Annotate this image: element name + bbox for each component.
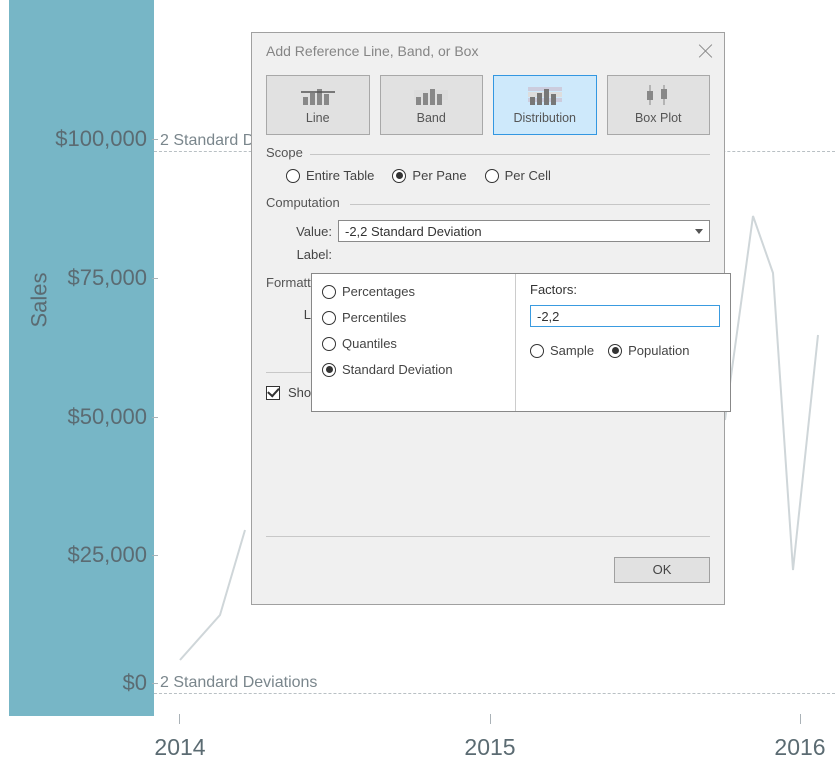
scope-fieldset: Scope Entire Table Per Pane Per Cell [266,145,710,187]
distribution-icon [528,85,562,105]
computation-legend: Computation [266,195,340,210]
line-icon [301,85,335,105]
radio-icon [485,169,499,183]
radio-icon [286,169,300,183]
basis-sample[interactable]: Sample [530,343,594,358]
close-icon[interactable] [698,43,714,59]
computation-fieldset: Computation Value: -2,2 Standard Deviati… [266,195,710,267]
radio-icon [322,285,336,299]
factors-label: Factors: [530,282,720,297]
value-label: Value: [266,224,338,239]
radio-text: Sample [550,343,594,358]
radio-text: Quantiles [342,336,397,351]
basis-population[interactable]: Population [608,343,689,358]
mode-percentages[interactable]: Percentages [322,284,507,299]
boxplot-icon [641,85,675,105]
tab-boxplot[interactable]: Box Plot [607,75,711,135]
mode-standard-deviation[interactable]: Standard Deviation [322,362,507,377]
radio-text: Percentiles [342,310,406,325]
radio-icon [322,337,336,351]
tab-label: Box Plot [635,111,682,125]
radio-text: Entire Table [306,168,374,183]
tab-label: Band [417,111,446,125]
ok-button[interactable]: OK [614,557,710,583]
label-label: Label: [266,247,338,262]
dialog-title: Add Reference Line, Band, or Box [266,43,478,59]
standard-deviation-params: Factors: Sample Population [516,274,730,411]
tab-distribution[interactable]: Distribution [493,75,597,135]
reference-type-tabs: Line Band Distribution [266,75,710,135]
value-select[interactable]: -2,2 Standard Deviation [338,220,710,242]
scope-legend: Scope [266,145,303,160]
ok-button-label: OK [653,562,672,577]
scope-option-per-pane[interactable]: Per Pane [392,168,466,183]
radio-text: Population [628,343,689,358]
tab-line[interactable]: Line [266,75,370,135]
radio-icon [322,311,336,325]
radio-icon [392,169,406,183]
mode-quantiles[interactable]: Quantiles [322,336,507,351]
scope-option-entire-table[interactable]: Entire Table [286,168,374,183]
band-icon [414,85,448,105]
tab-band[interactable]: Band [380,75,484,135]
radio-text: Percentages [342,284,415,299]
tab-label: Distribution [513,111,576,125]
radio-icon [322,363,336,377]
value-select-text: -2,2 Standard Deviation [345,224,482,239]
scope-option-per-cell[interactable]: Per Cell [485,168,551,183]
radio-text: Standard Deviation [342,362,453,377]
dialog-titlebar: Add Reference Line, Band, or Box [252,33,724,69]
radio-icon [530,344,544,358]
radio-icon [608,344,622,358]
mode-percentiles[interactable]: Percentiles [322,310,507,325]
computation-dropdown-panel: Percentages Percentiles Quantiles Standa… [311,273,731,412]
dialog-footer: OK [266,536,710,590]
tab-label: Line [306,111,330,125]
factors-input[interactable] [530,305,720,327]
chevron-down-icon [695,229,703,234]
computation-mode-list: Percentages Percentiles Quantiles Standa… [312,274,516,411]
radio-text: Per Pane [412,168,466,183]
radio-text: Per Cell [505,168,551,183]
checkbox-icon [266,386,280,400]
